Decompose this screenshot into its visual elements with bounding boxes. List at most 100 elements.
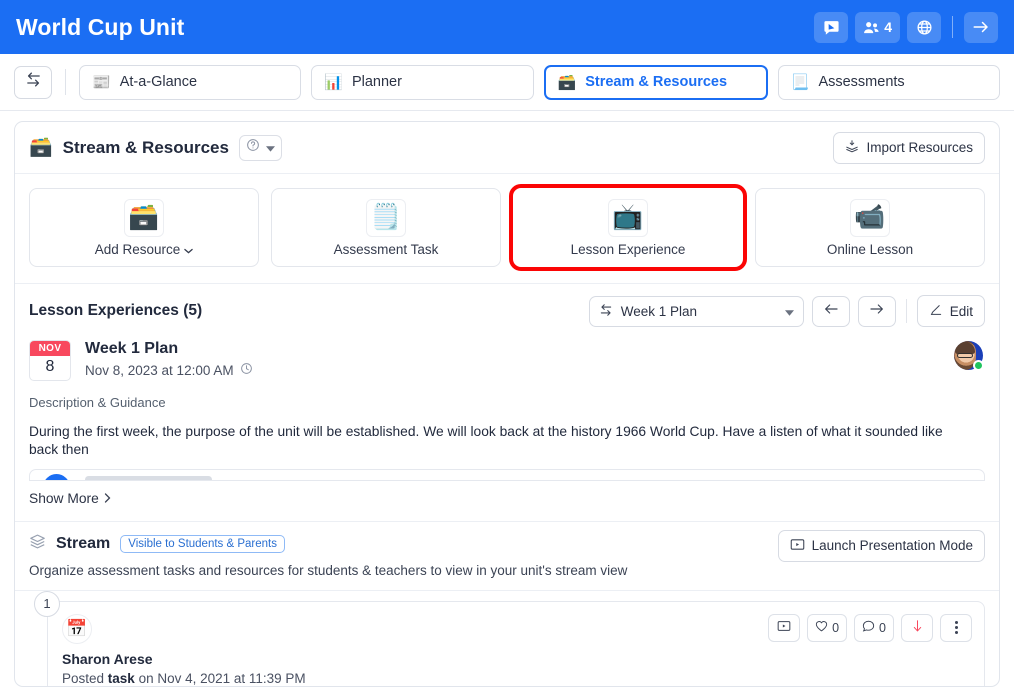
stream-resources-card: 🗃️ Stream & Resources Import Resources 🗃… bbox=[14, 121, 1000, 687]
lesson-title-block: Week 1 Plan Nov 8, 2023 at 12:00 AM bbox=[85, 340, 253, 378]
chevron-down-icon bbox=[265, 139, 275, 157]
bar-chart-icon: 📊 bbox=[324, 73, 343, 91]
next-lesson-button[interactable] bbox=[857, 295, 896, 327]
app-header-actions: 4 bbox=[814, 11, 998, 43]
stream-subtitle: Organize assessment tasks and resources … bbox=[29, 562, 628, 578]
card-box-icon: 🗃️ bbox=[29, 137, 53, 158]
people-icon bbox=[863, 20, 880, 35]
chat-icon bbox=[823, 19, 840, 36]
edit-label: Edit bbox=[949, 303, 973, 319]
like-count: 0 bbox=[832, 620, 840, 635]
tile-label-wrap: Add Resource bbox=[95, 242, 194, 257]
avatar-glasses bbox=[957, 353, 973, 358]
comment-count: 0 bbox=[879, 620, 886, 635]
chat-button[interactable] bbox=[814, 11, 849, 43]
description-text: During the first week, the purpose of th… bbox=[29, 424, 943, 458]
forward-button[interactable] bbox=[964, 11, 998, 43]
arrow-right-icon bbox=[972, 19, 990, 35]
notepad-icon: 🗒️ bbox=[366, 198, 406, 237]
tile-label: Assessment Task bbox=[333, 241, 439, 257]
collapsed-resource-preview bbox=[29, 468, 985, 481]
plan-select[interactable]: Week 1 Plan bbox=[588, 295, 804, 327]
tile-label: Add Resource bbox=[94, 241, 181, 257]
more-vertical-icon bbox=[954, 621, 958, 635]
help-circle-icon bbox=[246, 138, 260, 157]
tile-lesson-experience[interactable]: 📺 Lesson Experience bbox=[509, 184, 747, 271]
stream-title: Stream bbox=[56, 534, 111, 552]
tile-online-lesson[interactable]: 📹 Online Lesson bbox=[755, 188, 985, 267]
presentation-screen-icon bbox=[790, 538, 805, 554]
post-move-down-button[interactable] bbox=[901, 613, 933, 642]
lesson-experiences-bar: Lesson Experiences (5) Week 1 Plan Edit bbox=[15, 284, 999, 338]
stream-post[interactable]: 📅 Sharon Arese Posted task on Nov 4, 202… bbox=[47, 600, 985, 686]
presentation-screen-icon bbox=[777, 620, 791, 635]
import-icon bbox=[845, 139, 859, 156]
show-more-label: Show More bbox=[29, 490, 99, 506]
edit-lesson-button[interactable]: Edit bbox=[916, 295, 985, 327]
previous-lesson-button[interactable] bbox=[811, 295, 850, 327]
tab-planner[interactable]: 📊 Planner bbox=[311, 64, 534, 100]
toggle-sidebar-button[interactable] bbox=[14, 65, 52, 99]
post-meta-prefix: Posted bbox=[62, 670, 108, 686]
plan-select-value: Week 1 Plan bbox=[620, 303, 698, 319]
tab-stream-and-resources[interactable]: 🗃️ Stream & Resources bbox=[543, 64, 768, 100]
lesson-name: Week 1 Plan bbox=[85, 340, 179, 357]
comment-bubble-icon bbox=[862, 620, 875, 635]
video-camera-icon: 📹 bbox=[850, 198, 890, 237]
launch-presentation-label: Launch Presentation Mode bbox=[811, 538, 973, 554]
pencil-icon bbox=[929, 303, 943, 320]
post-comment-button[interactable]: 0 bbox=[854, 613, 894, 642]
tab-label: At-a-Glance bbox=[119, 74, 198, 90]
header-divider bbox=[952, 16, 953, 38]
chevron-right-icon bbox=[104, 491, 111, 506]
tab-strip: 📰 At-a-Glance 📊 Planner 🗃️ Stream & Reso… bbox=[0, 54, 1014, 111]
tile-add-resource[interactable]: 🗃️ Add Resource bbox=[29, 188, 259, 267]
layers-icon bbox=[29, 533, 46, 555]
chevron-down-icon bbox=[784, 304, 794, 319]
tile-label: Online Lesson bbox=[826, 241, 914, 257]
tab-assessments[interactable]: 📃 Assessments bbox=[777, 64, 1000, 100]
post-avatar: 📅 bbox=[62, 613, 92, 644]
members-count: 4 bbox=[884, 19, 892, 35]
globe-button[interactable] bbox=[907, 11, 941, 43]
tab-label: Stream & Resources bbox=[585, 74, 728, 90]
globe-icon bbox=[916, 19, 933, 36]
lesson-datetime: Nov 8, 2023 at 12:00 AM bbox=[85, 362, 234, 378]
page-icon: 📃 bbox=[790, 73, 810, 91]
card-title: Stream & Resources bbox=[62, 137, 229, 157]
post-like-button[interactable]: 0 bbox=[807, 613, 848, 642]
tab-label: Planner bbox=[351, 74, 402, 90]
lesson-experiences-heading: Lesson Experiences (5) bbox=[29, 302, 203, 319]
lesson-detail: NOV 8 Week 1 Plan Nov 8, 2023 at 12:00 A… bbox=[15, 338, 999, 508]
import-resources-button[interactable]: Import Resources bbox=[833, 131, 985, 164]
lesson-owner-avatar-wrap[interactable] bbox=[954, 341, 984, 371]
description-label: Description & Guidance bbox=[29, 395, 166, 410]
app-header: World Cup Unit 4 bbox=[0, 0, 1014, 54]
post-meta-suffix: on Nov 4, 2021 at 11:39 PM bbox=[134, 670, 306, 686]
tab-strip-divider bbox=[65, 69, 66, 95]
stream-post-list: 1 📅 Sharon Arese Posted task on Nov 4, 2… bbox=[15, 589, 999, 686]
lesson-datetime-row: Nov 8, 2023 at 12:00 AM bbox=[85, 362, 253, 378]
import-resources-label: Import Resources bbox=[866, 140, 973, 155]
post-index-badge: 1 bbox=[34, 590, 60, 617]
post-meta: Posted task on Nov 4, 2021 at 11:39 PM bbox=[62, 671, 306, 686]
tab-label: Assessments bbox=[818, 74, 905, 90]
lesson-date-calendar: NOV 8 bbox=[29, 340, 71, 381]
post-present-button[interactable] bbox=[768, 613, 801, 642]
launch-presentation-mode-button[interactable]: Launch Presentation Mode bbox=[777, 529, 985, 562]
members-button[interactable]: 4 bbox=[855, 11, 900, 43]
tile-assessment-task[interactable]: 🗒️ Assessment Task bbox=[271, 188, 501, 267]
transfer-arrows-icon bbox=[25, 71, 42, 93]
show-more-button[interactable]: Show More bbox=[29, 491, 111, 506]
post-more-menu-button[interactable] bbox=[940, 613, 972, 642]
card-header: 🗃️ Stream & Resources Import Resources bbox=[15, 122, 999, 174]
post-type: task bbox=[107, 670, 135, 686]
post-actions: 0 0 bbox=[768, 613, 972, 642]
arrow-right-icon bbox=[869, 302, 885, 321]
stream-section: Stream Visible to Students & Parents Org… bbox=[15, 520, 999, 578]
arrow-left-icon bbox=[823, 302, 839, 321]
page-title: World Cup Unit bbox=[16, 13, 185, 40]
help-dropdown-button[interactable] bbox=[238, 134, 282, 161]
tab-at-a-glance[interactable]: 📰 At-a-Glance bbox=[79, 64, 302, 100]
controls-divider bbox=[905, 299, 907, 323]
